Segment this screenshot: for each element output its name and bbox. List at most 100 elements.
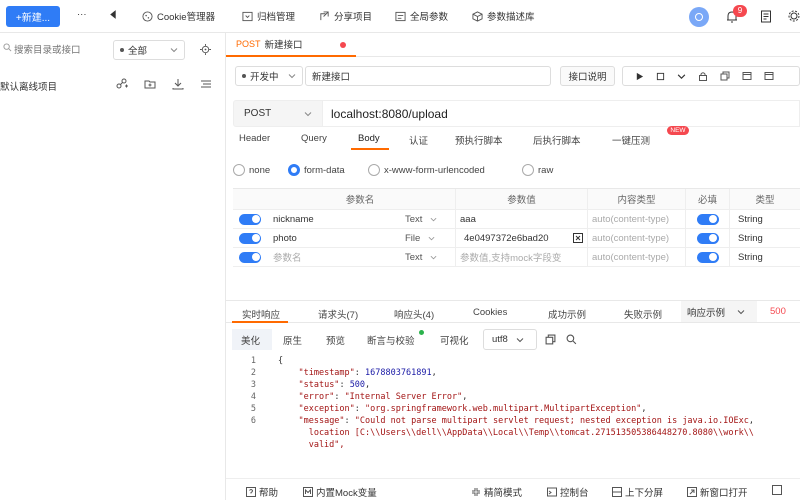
param-content-type[interactable]: auto(content-type) bbox=[587, 248, 685, 266]
method-value: POST bbox=[244, 108, 272, 119]
param-value[interactable]: aaa bbox=[455, 210, 587, 228]
window-icon[interactable] bbox=[742, 71, 752, 81]
tab-live-response[interactable]: 实时响应 bbox=[242, 307, 280, 321]
param-type-select[interactable]: File bbox=[405, 233, 455, 244]
tab-fail-example[interactable]: 失败示例 bbox=[624, 307, 662, 321]
status-select[interactable]: 开发中 bbox=[235, 66, 303, 86]
required-toggle[interactable] bbox=[696, 232, 719, 244]
view-raw[interactable]: 原生 bbox=[283, 333, 302, 347]
api-doc-button[interactable]: 接口说明 bbox=[560, 66, 615, 86]
line-number: 1 bbox=[250, 356, 256, 366]
sidebar: 全部 默认离线项目 bbox=[0, 33, 226, 500]
tab-auth[interactable]: 认证 bbox=[409, 133, 428, 147]
new-window-button[interactable]: 新窗口打开 bbox=[687, 485, 748, 499]
param-library-button[interactable]: 参数描述库 bbox=[472, 9, 535, 23]
triangle-left-icon bbox=[110, 10, 116, 19]
radio-none[interactable]: none bbox=[233, 164, 270, 176]
required-toggle[interactable] bbox=[696, 251, 719, 263]
param-vtype[interactable]: String bbox=[729, 210, 800, 228]
param-content-type[interactable]: auto(content-type) bbox=[587, 229, 685, 247]
console-button[interactable]: 控制台 bbox=[547, 485, 589, 499]
tab-header[interactable]: Header bbox=[239, 133, 270, 144]
tab-body[interactable]: Body bbox=[358, 133, 380, 144]
param-content-type[interactable]: auto(content-type) bbox=[587, 210, 685, 228]
radio-urlencoded[interactable]: x-www-form-urlencoded bbox=[368, 164, 485, 176]
tab-response-headers[interactable]: 响应头(4) bbox=[394, 307, 434, 321]
collapse-button[interactable] bbox=[108, 9, 119, 20]
view-preview[interactable]: 预览 bbox=[326, 333, 345, 347]
locate-button[interactable] bbox=[200, 44, 211, 55]
help-button[interactable]: 帮助 bbox=[246, 485, 278, 499]
tab-pre-script[interactable]: 预执行脚本 bbox=[455, 133, 503, 147]
encoding-select[interactable]: utf8 bbox=[483, 329, 537, 350]
tab-stress-test[interactable]: 一键压测 bbox=[612, 133, 650, 147]
param-type-select[interactable]: Text bbox=[405, 214, 455, 225]
mock-vars-button[interactable]: 内置Mock变量 bbox=[303, 485, 377, 499]
split-view-button[interactable]: 上下分屏 bbox=[612, 485, 663, 499]
enable-toggle[interactable] bbox=[239, 251, 261, 263]
tab-request-headers[interactable]: 请求头(7) bbox=[318, 307, 358, 321]
new-button[interactable]: +新建... bbox=[6, 6, 60, 27]
view-visualize[interactable]: 可视化 bbox=[440, 333, 469, 347]
tab-post-script[interactable]: 后执行脚本 bbox=[533, 133, 581, 147]
search-response-button[interactable] bbox=[566, 334, 577, 345]
param-name-placeholder[interactable]: 参数名 bbox=[265, 250, 405, 264]
header-type: 类型 bbox=[729, 189, 800, 209]
add-api-button[interactable] bbox=[116, 78, 128, 90]
copy-response-button[interactable] bbox=[545, 334, 556, 345]
target-icon bbox=[200, 44, 211, 55]
more-button[interactable]: ··· bbox=[77, 9, 87, 20]
copy-icon[interactable] bbox=[720, 71, 730, 81]
project-name[interactable]: 默认离线项目 bbox=[0, 79, 57, 93]
url-input[interactable] bbox=[323, 100, 800, 127]
response-example-select[interactable]: 响应示例 bbox=[681, 301, 757, 322]
tab-query[interactable]: Query bbox=[301, 133, 327, 144]
user-avatar[interactable] bbox=[689, 7, 709, 27]
tab-cookies[interactable]: Cookies bbox=[473, 307, 507, 318]
doc-button-top[interactable] bbox=[760, 10, 772, 23]
view-assertion[interactable]: 断言与校验 bbox=[367, 333, 415, 347]
radio-raw[interactable]: raw bbox=[522, 164, 553, 176]
settings-button[interactable] bbox=[788, 10, 800, 22]
param-vtype[interactable]: String bbox=[729, 248, 800, 266]
search-input[interactable] bbox=[0, 40, 112, 60]
cookie-manager-button[interactable]: Cookie管理器 bbox=[142, 9, 215, 23]
unsaved-dot bbox=[340, 42, 346, 48]
sort-button[interactable] bbox=[200, 78, 212, 90]
console-icon bbox=[547, 487, 557, 497]
param-name[interactable]: nickname bbox=[265, 214, 405, 225]
method-select[interactable]: POST bbox=[233, 100, 323, 127]
api-name-input[interactable] bbox=[305, 66, 551, 86]
param-vtype[interactable]: String bbox=[729, 229, 800, 247]
more-footer-button[interactable] bbox=[772, 485, 782, 495]
tab-new-api[interactable]: POST 新建接口 bbox=[226, 33, 356, 57]
global-params-button[interactable]: 全局参数 bbox=[395, 9, 448, 23]
add-folder-button[interactable] bbox=[144, 78, 156, 90]
window-icon[interactable] bbox=[764, 71, 774, 81]
import-button[interactable] bbox=[172, 78, 184, 90]
close-box-icon[interactable] bbox=[573, 233, 583, 243]
param-type-select[interactable]: Text bbox=[405, 252, 455, 263]
chevron-down-icon[interactable] bbox=[677, 72, 686, 81]
json-key: "exception" bbox=[298, 404, 355, 414]
radio-form-data[interactable]: form-data bbox=[288, 164, 345, 176]
enable-toggle[interactable] bbox=[239, 232, 261, 244]
required-toggle[interactable] bbox=[696, 213, 719, 225]
lock-icon[interactable] bbox=[698, 71, 708, 81]
json-value: 500 bbox=[349, 380, 366, 390]
filter-select[interactable]: 全部 bbox=[113, 40, 185, 60]
compact-mode-button[interactable]: 精简模式 bbox=[471, 485, 522, 499]
play-icon[interactable] bbox=[635, 72, 644, 81]
header-name: 参数名 bbox=[345, 195, 375, 206]
param-value-placeholder[interactable]: 参数值,支持mock字段变 bbox=[455, 248, 587, 266]
param-name[interactable]: photo bbox=[265, 233, 405, 244]
json-key: "status" bbox=[298, 380, 340, 390]
archive-button[interactable]: 归档管理 bbox=[242, 9, 295, 23]
stop-icon[interactable] bbox=[656, 72, 665, 81]
share-button[interactable]: 分享项目 bbox=[319, 9, 372, 23]
tab-success-example[interactable]: 成功示例 bbox=[548, 307, 586, 321]
status-dot bbox=[242, 74, 246, 78]
enable-toggle[interactable] bbox=[239, 213, 261, 225]
param-file-value[interactable]: 4e0497372e6bad20 bbox=[455, 229, 587, 247]
view-pretty[interactable]: 美化 bbox=[241, 333, 260, 347]
